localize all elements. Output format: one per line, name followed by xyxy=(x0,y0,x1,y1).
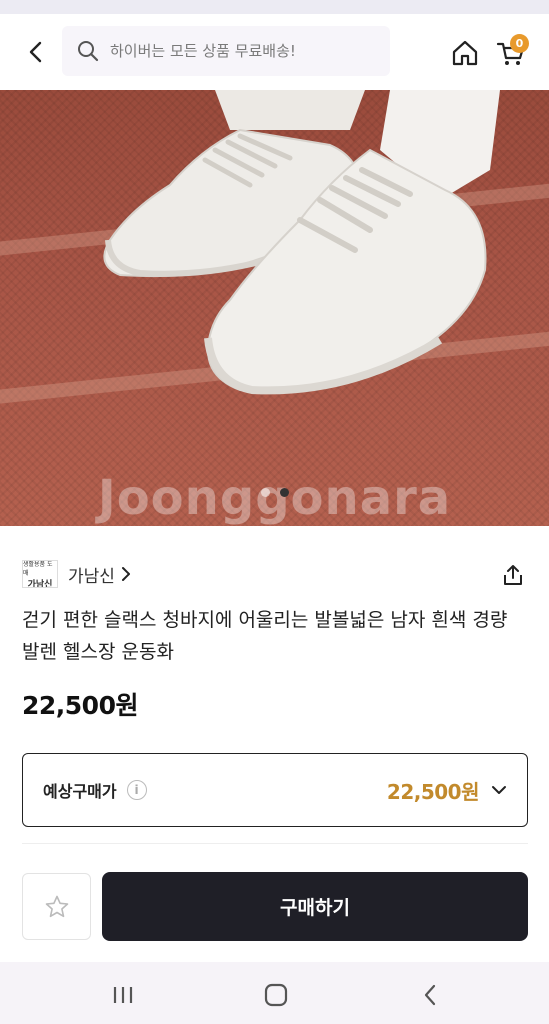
product-title: 걷기 편한 슬랙스 청바지에 어울리는 발볼넓은 남자 흰색 경량 발렌 헬스장… xyxy=(22,609,508,663)
back-nav-button[interactable] xyxy=(410,980,450,1010)
share-button[interactable] xyxy=(498,560,528,590)
product-image[interactable]: Joonggonara xyxy=(0,90,549,526)
carousel-dots xyxy=(0,488,549,497)
home-icon xyxy=(452,40,478,66)
info-icon[interactable]: i xyxy=(126,780,147,800)
sneakers-illustration xyxy=(103,90,500,395)
chevron-right-icon xyxy=(121,566,131,582)
recent-apps-button[interactable] xyxy=(103,980,143,1010)
divider xyxy=(22,843,528,844)
back-button[interactable] xyxy=(20,36,52,68)
cart-button[interactable]: 0 xyxy=(494,34,534,72)
seller-logo-name: 가남신 xyxy=(27,579,53,588)
cart-count-badge: 0 xyxy=(510,34,529,53)
search-icon xyxy=(76,39,100,63)
seller-link[interactable]: 생활용품 도매 가남신 가남신 xyxy=(22,558,131,590)
watermark-text: Joonggonara xyxy=(97,470,452,526)
status-bar-strip xyxy=(0,0,549,14)
home-nav-button[interactable] xyxy=(256,980,296,1010)
buy-button[interactable]: 구매하기 xyxy=(102,872,528,941)
search-input[interactable] xyxy=(110,42,380,60)
seller-name: 가남신 xyxy=(68,566,115,587)
estimated-price-dropdown[interactable]: 예상구매가 i 22,500원 xyxy=(22,753,528,827)
rounded-square-icon xyxy=(264,983,288,1007)
home-button[interactable] xyxy=(448,36,482,70)
recent-apps-icon xyxy=(113,987,133,1003)
chevron-left-icon xyxy=(424,984,436,1006)
carousel-dot[interactable] xyxy=(260,488,270,497)
system-nav-bar xyxy=(0,962,549,1024)
product-price: 22,500원 xyxy=(22,691,138,720)
seller-logo: 생활용품 도매 가남신 xyxy=(22,560,58,588)
search-box[interactable] xyxy=(62,26,390,76)
carousel-dot-active[interactable] xyxy=(279,488,289,497)
estimated-price-value: 22,500원 xyxy=(386,779,480,804)
chevron-left-icon xyxy=(29,41,42,63)
chevron-down-icon xyxy=(491,785,507,795)
seller-logo-caption: 생활용품 도매 xyxy=(23,560,53,577)
share-icon xyxy=(504,565,522,585)
star-icon xyxy=(45,895,68,917)
estimated-price-label: 예상구매가 xyxy=(43,782,117,801)
wishlist-button[interactable] xyxy=(22,873,91,940)
top-header: 0 xyxy=(0,14,549,90)
